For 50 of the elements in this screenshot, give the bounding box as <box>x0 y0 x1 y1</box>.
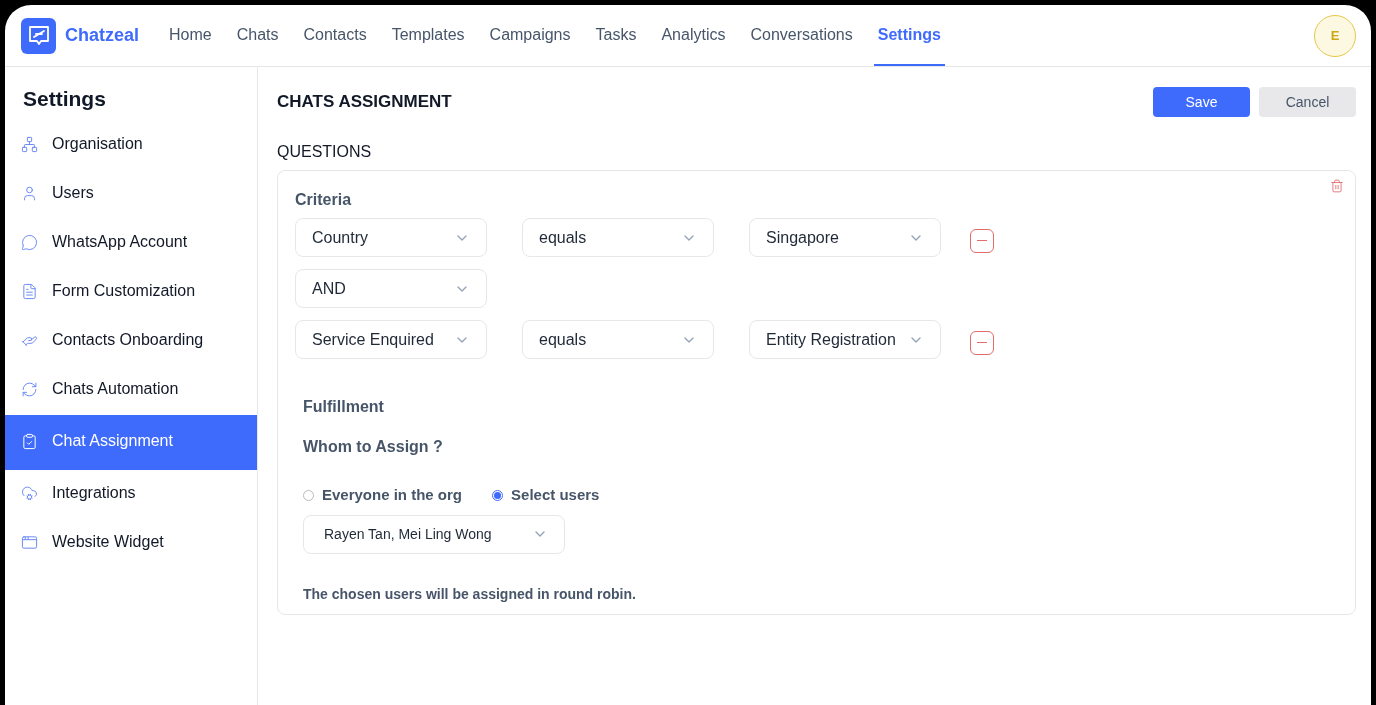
fulfillment-heading: Fulfillment <box>303 397 384 417</box>
browser-window-icon <box>21 533 38 551</box>
page-title: CHATS ASSIGNMENT <box>277 91 452 114</box>
sidebar-item[interactable]: Users <box>5 169 257 219</box>
nav-link[interactable]: Conversations <box>746 5 857 66</box>
dropdown[interactable]: Service Enquired <box>295 320 487 359</box>
nav-link[interactable]: Contacts <box>299 5 371 66</box>
sidebar-item[interactable]: Form Customization <box>5 267 257 317</box>
nav-link[interactable]: Chats <box>232 5 283 66</box>
remove-condition-button[interactable] <box>970 330 994 355</box>
hierarchy-icon <box>21 135 38 153</box>
assign-question: Whom to Assign ? <box>303 437 443 457</box>
cancel-button[interactable]: Cancel <box>1259 87 1356 117</box>
dropdown[interactable]: Rayen Tan, Mei Ling Wong <box>303 514 565 554</box>
brand-name: Chatzeal <box>65 24 140 47</box>
save-button[interactable]: Save <box>1153 87 1250 117</box>
sidebar-item[interactable]: Chat Assignment <box>5 414 257 470</box>
clipboard-icon <box>21 432 38 450</box>
nav-link[interactable]: Home <box>165 5 216 66</box>
sidebar-item[interactable]: Integrations <box>5 469 257 519</box>
sidebar-item[interactable]: Website Widget <box>5 518 257 568</box>
nav-link[interactable]: Tasks <box>591 5 641 66</box>
chat-bubble-icon <box>21 233 38 251</box>
nav-link[interactable]: Settings <box>873 5 945 66</box>
radio-option[interactable]: Everyone in the org <box>303 484 463 507</box>
dropdown[interactable]: Entity Registration <box>749 320 941 359</box>
dropdown[interactable]: equals <box>522 320 714 359</box>
criteria-label: Criteria <box>295 190 352 210</box>
nav-link[interactable]: Analytics <box>657 5 730 66</box>
user-icon <box>21 184 38 202</box>
dropdown[interactable]: Country <box>295 218 487 257</box>
radio-option[interactable]: Select users <box>492 484 600 507</box>
nav-link[interactable]: Templates <box>387 5 469 66</box>
delete-icon[interactable] <box>1330 179 1344 193</box>
dropdown[interactable]: AND <box>295 269 487 308</box>
sidebar-title: Settings <box>22 86 107 112</box>
remove-condition-button[interactable] <box>970 228 994 253</box>
form-icon <box>21 282 38 300</box>
section-heading: QUESTIONS <box>277 142 373 162</box>
chat-logo-icon <box>21 17 56 54</box>
sidebar-item[interactable]: Contacts Onboarding <box>5 316 257 366</box>
cloud-icon <box>21 484 38 502</box>
round-robin-note: The chosen users will be assigned in round robin. <box>303 584 636 604</box>
sidebar-item[interactable]: Organisation <box>5 120 257 170</box>
dropdown[interactable]: Singapore <box>749 218 941 257</box>
cycle-icon <box>21 380 38 398</box>
nav-link[interactable]: Campaigns <box>485 5 575 66</box>
sidebar-item[interactable]: WhatsApp Account <box>5 218 257 268</box>
dropdown[interactable]: equals <box>522 218 714 257</box>
sidebar-item[interactable]: Chats Automation <box>5 365 257 415</box>
